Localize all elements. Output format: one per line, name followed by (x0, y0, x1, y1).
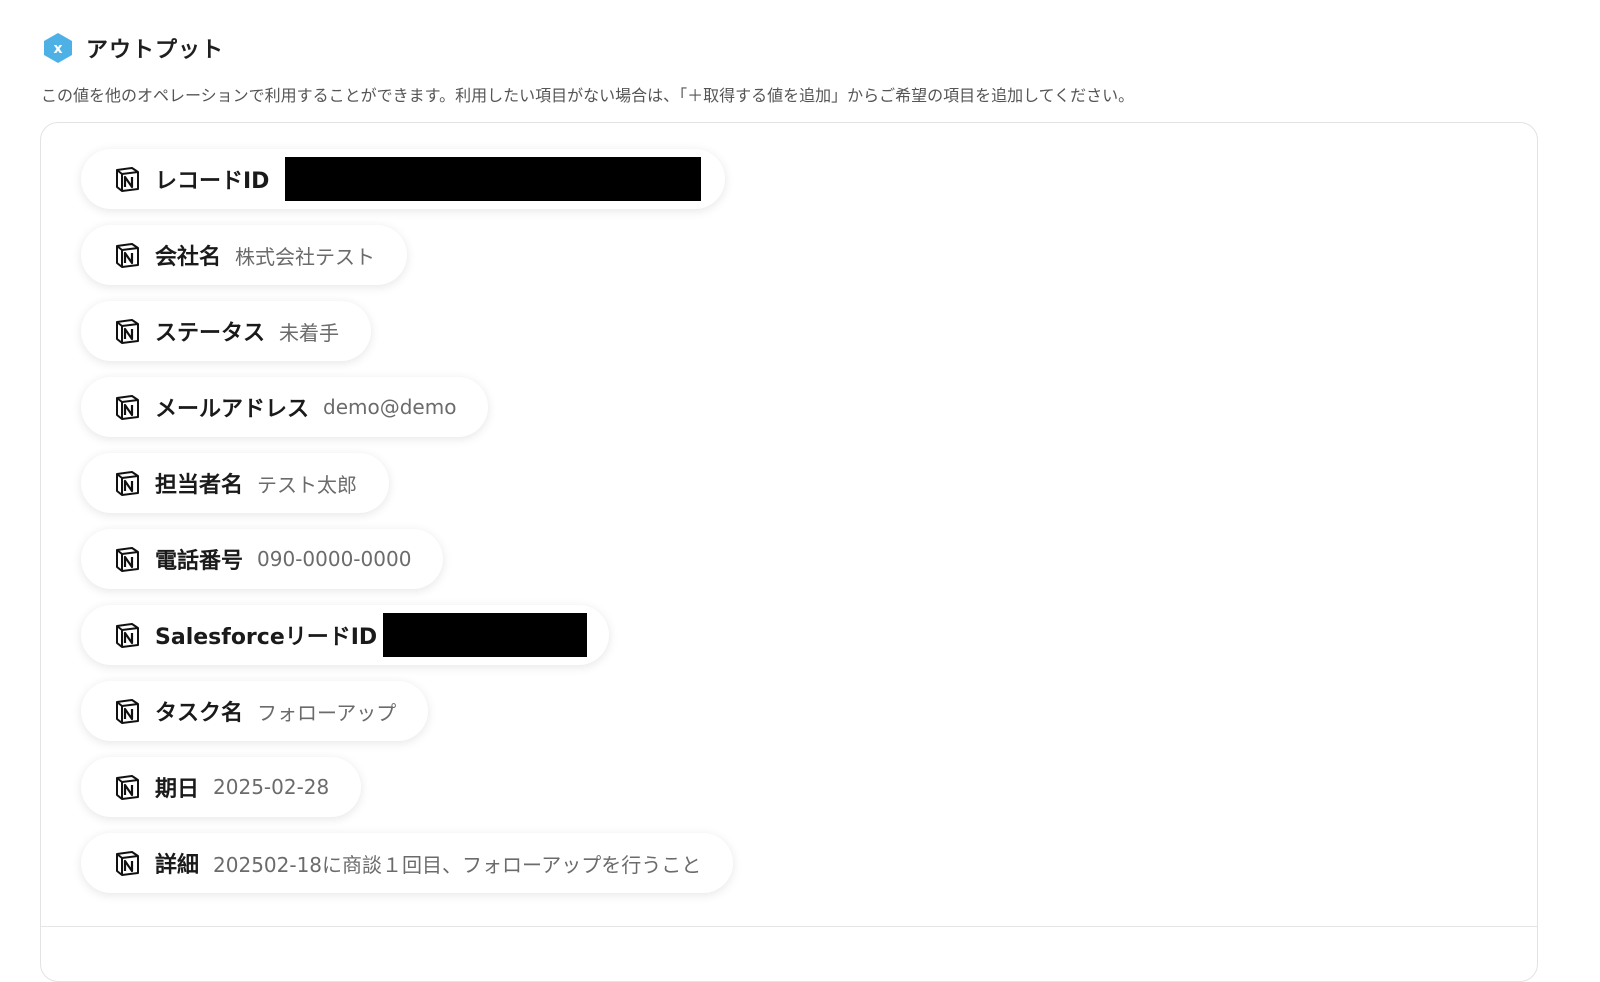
output-label: メールアドレス (155, 397, 310, 422)
output-value: 090-0000-0000 (257, 547, 412, 571)
output-value: 202502-18に商談１回目、フォローアップを行うこと (213, 852, 702, 877)
notion-icon (116, 395, 139, 420)
notion-icon (116, 471, 139, 496)
output-label: SalesforceリードID (155, 625, 378, 650)
output-chip-due-date[interactable]: 期日 2025-02-28 (81, 757, 362, 817)
output-panel: レコードID 会社名 株式会社テスト ステータス 未着手 メールアドレス dem… (40, 122, 1538, 982)
variable-x-glyph: x (53, 41, 62, 57)
output-value: フォローアップ (257, 700, 397, 725)
notion-icon (116, 243, 139, 268)
output-chip-company-name[interactable]: 会社名 株式会社テスト (81, 225, 408, 285)
notion-icon (116, 547, 139, 572)
output-chip-task-name[interactable]: タスク名 フォローアップ (81, 681, 429, 741)
output-chip-list: レコードID 会社名 株式会社テスト ステータス 未着手 メールアドレス dem… (81, 149, 734, 893)
output-label: 期日 (155, 777, 200, 802)
output-chip-status[interactable]: ステータス 未着手 (81, 301, 372, 361)
output-value: 株式会社テスト (235, 244, 376, 269)
redacted-value-block (285, 157, 702, 201)
output-header: x アウトプット (42, 32, 224, 64)
notion-icon (116, 319, 139, 344)
output-chip-phone[interactable]: 電話番号 090-0000-0000 (81, 529, 444, 589)
output-chip-salesforce-lead-id[interactable]: SalesforceリードID (81, 605, 610, 665)
panel-divider (41, 926, 1537, 927)
notion-icon (116, 851, 139, 876)
notion-icon (116, 623, 139, 648)
output-label: 担当者名 (155, 473, 244, 498)
output-label: ステータス (155, 321, 266, 346)
output-chip-contact-name[interactable]: 担当者名 テスト太郎 (81, 453, 390, 513)
notion-icon (116, 775, 139, 800)
output-label: 会社名 (155, 245, 222, 270)
output-label: 詳細 (155, 853, 200, 878)
notion-icon (116, 699, 139, 724)
output-label: 電話番号 (155, 549, 244, 574)
output-chip-record-id[interactable]: レコードID (81, 149, 726, 209)
output-value: 2025-02-28 (213, 775, 330, 799)
output-chip-email[interactable]: メールアドレス demo@demo (81, 377, 489, 437)
section-title: アウトプット (86, 38, 225, 63)
output-label: レコードID (155, 169, 270, 194)
output-chip-details[interactable]: 詳細 202502-18に商談１回目、フォローアップを行うこと (81, 833, 734, 893)
section-description: この値を他のオペレーションで利用することができます。利用したい項目がない場合は、… (41, 86, 1135, 105)
notion-icon (116, 167, 139, 192)
variable-x-icon: x (44, 33, 72, 63)
output-label: タスク名 (155, 701, 244, 726)
output-value: テスト太郎 (257, 472, 358, 497)
output-value: demo@demo (323, 395, 457, 419)
redacted-value-block (383, 613, 588, 657)
output-value: 未着手 (279, 320, 340, 345)
